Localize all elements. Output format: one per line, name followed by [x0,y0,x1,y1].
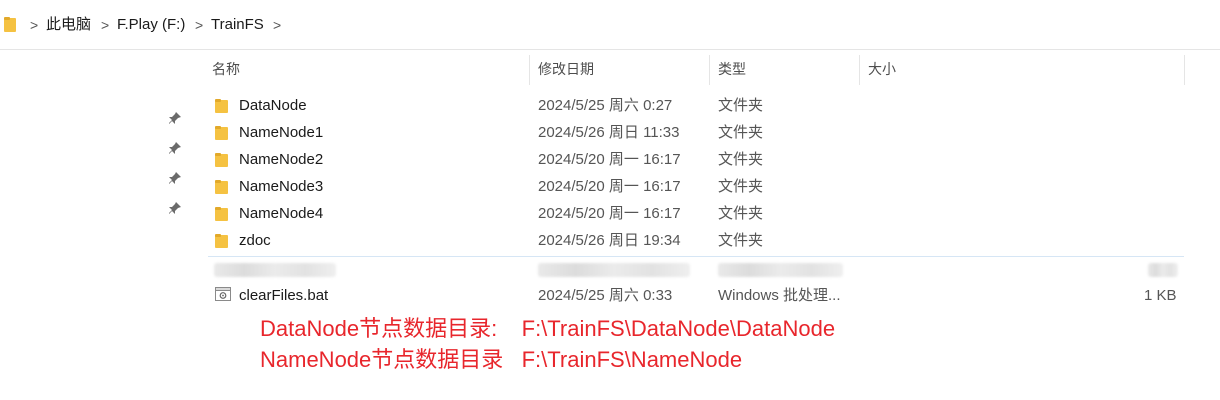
folder-icon [215,180,228,194]
folder-icon [215,126,228,140]
file-row[interactable]: zdoc 2024/5/26 周日 19:34 文件夹 [205,228,1190,255]
pin-icon[interactable] [168,171,182,185]
pin-icon[interactable] [168,141,182,155]
pin-icon[interactable] [168,201,182,215]
file-name: NameNode2 [239,151,324,168]
column-header-size[interactable]: 大小 [868,60,896,78]
folder-icon [215,234,228,248]
column-header-modified[interactable]: 修改日期 [538,60,594,78]
column-header-type[interactable]: 类型 [718,60,746,78]
folder-icon [215,207,228,221]
annotation-datanode-path: DataNode节点数据目录: F:\TrainFS\DataNode\Data… [260,316,836,341]
column-divider[interactable] [1184,55,1185,85]
file-row[interactable]: clearFiles.bat 2024/5/25 周六 0:33 Windows… [205,283,1190,310]
redacted-modified [538,263,690,277]
folder-icon [215,99,228,113]
chevron-right-icon: > [30,17,39,33]
file-type: Windows 批处理... [718,287,841,304]
redacted-size [1148,263,1178,277]
chevron-right-icon[interactable]: > [273,16,281,34]
file-name: NameNode1 [239,124,324,141]
annotation-namenode-path: NameNode节点数据目录 F:\TrainFS\NameNode [260,347,743,372]
file-modified: 2024/5/26 周日 11:33 [538,124,680,141]
breadcrumb-this-pc[interactable]: 此电脑 [46,16,91,34]
file-row[interactable]: NameNode1 2024/5/26 周日 11:33 文件夹 [205,120,1190,147]
file-modified: 2024/5/25 周六 0:27 [538,97,673,114]
batch-file-icon [215,287,231,301]
breadcrumb-drive[interactable]: F.Play (F:) [117,16,185,34]
file-modified: 2024/5/20 周一 16:17 [538,205,681,222]
file-name: clearFiles.bat [239,287,329,304]
address-bar[interactable]: > 此电脑 > F.Play (F:) > TrainFS > [0,0,1220,50]
pin-icon[interactable] [168,111,182,125]
column-divider[interactable] [859,55,860,85]
column-header-name[interactable]: 名称 [212,60,240,78]
file-type: 文件夹 [718,232,764,249]
file-type: 文件夹 [718,151,764,168]
breadcrumb-trainfs[interactable]: TrainFS [211,16,264,34]
file-name: NameNode4 [239,205,324,222]
redacted-file-row[interactable] [208,256,1184,280]
file-name: zdoc [239,232,271,249]
file-type: 文件夹 [718,178,764,195]
file-row[interactable]: NameNode4 2024/5/20 周一 16:17 文件夹 [205,201,1190,228]
redacted-name [214,263,336,277]
column-divider[interactable] [529,55,530,85]
file-type: 文件夹 [718,205,764,222]
file-modified: 2024/5/20 周一 16:17 [538,151,681,168]
file-type: 文件夹 [718,97,764,114]
file-modified: 2024/5/25 周六 0:33 [538,287,673,304]
file-name: NameNode3 [239,178,324,195]
file-modified: 2024/5/20 周一 16:17 [538,178,681,195]
file-size: 1 KB [1144,287,1177,304]
chevron-right-icon: > [195,17,204,33]
redacted-type [718,263,843,277]
file-row[interactable]: DataNode 2024/5/25 周六 0:27 文件夹 [205,93,1190,120]
chevron-right-icon: > [101,17,110,33]
file-type: 文件夹 [718,124,764,141]
file-modified: 2024/5/26 周日 19:34 [538,232,681,249]
folder-icon [215,153,228,167]
file-row[interactable]: NameNode3 2024/5/20 周一 16:17 文件夹 [205,174,1190,201]
folder-icon [4,17,16,32]
column-divider[interactable] [709,55,710,85]
file-row[interactable]: NameNode2 2024/5/20 周一 16:17 文件夹 [205,147,1190,174]
file-name: DataNode [239,97,307,114]
